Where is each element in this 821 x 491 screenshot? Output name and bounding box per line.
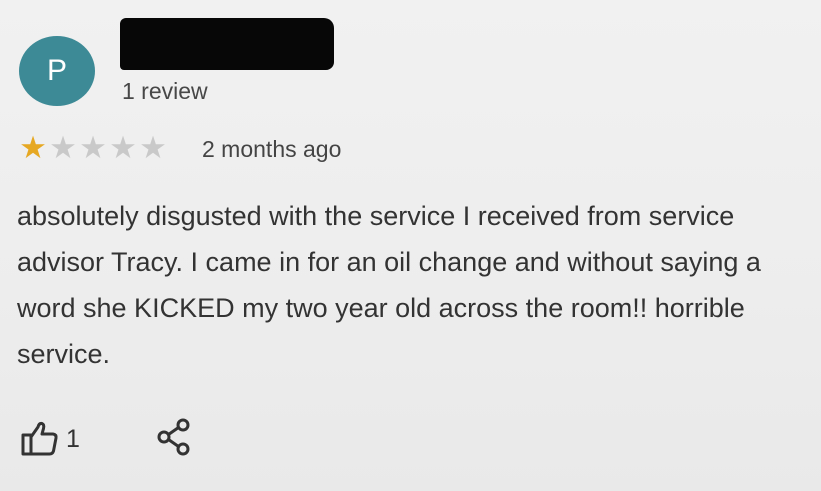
avatar-letter: P bbox=[46, 54, 67, 87]
reviewer-name-redacted bbox=[120, 18, 334, 70]
like-button[interactable]: 1 bbox=[20, 418, 80, 458]
thumbs-up-icon bbox=[21, 421, 58, 456]
review-card: P 1 review ★ ★ ★ ★ ★ 2 months ago absolu… bbox=[0, 0, 821, 491]
like-count: 1 bbox=[66, 424, 80, 453]
review-time: 2 months ago bbox=[202, 136, 342, 162]
avatar[interactable]: P bbox=[19, 36, 95, 106]
review-text: absolutely disgusted with the service I … bbox=[17, 201, 761, 369]
star-icon: ★ bbox=[139, 130, 167, 165]
star-icon: ★ bbox=[19, 130, 47, 165]
share-icon[interactable] bbox=[154, 417, 194, 457]
star-icon: ★ bbox=[109, 130, 137, 165]
star-icon: ★ bbox=[49, 130, 77, 165]
star-icon: ★ bbox=[79, 130, 107, 165]
review-count[interactable]: 1 review bbox=[122, 78, 208, 105]
star-rating: ★ ★ ★ ★ ★ bbox=[18, 131, 168, 165]
